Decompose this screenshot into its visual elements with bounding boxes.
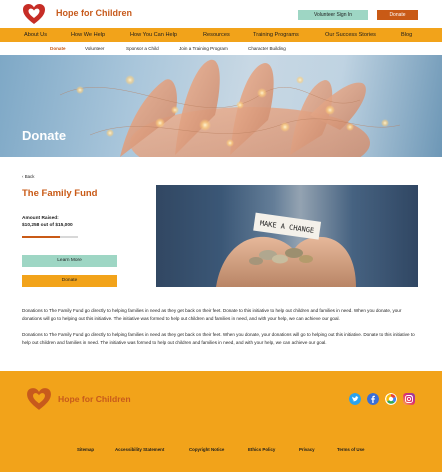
subnav-item-donate[interactable]: Donate — [50, 42, 66, 55]
header-donate-button[interactable]: Donate — [377, 10, 418, 20]
nav-item-training-programs[interactable]: Training Programs — [253, 28, 299, 42]
footer-link-sitemap[interactable]: Sitemap — [77, 447, 94, 452]
footer-link-terms[interactable]: Terms of Use — [337, 447, 365, 452]
twitter-icon[interactable] — [349, 393, 361, 405]
hands-with-coins-photo: MAKE A CHANGE — [156, 185, 418, 287]
main-nav: About Us How We Help How You Can Help Re… — [0, 28, 442, 42]
footer-link-privacy[interactable]: Privacy — [299, 447, 315, 452]
footer-link-accessibility[interactable]: Accessibility Statement — [115, 447, 164, 452]
fund-title: The Family Fund — [22, 188, 98, 199]
back-label: Back — [24, 174, 35, 179]
subnav-item-character-building[interactable]: Character Building — [248, 42, 286, 55]
donate-button[interactable]: Donate — [22, 275, 117, 287]
hero-hand-lights-image — [59, 59, 401, 157]
nav-item-about-us[interactable]: About Us — [24, 28, 47, 42]
logo-text[interactable]: Hope for Children — [56, 8, 132, 18]
nav-item-how-we-help[interactable]: How We Help — [71, 28, 105, 42]
nav-item-success-stories[interactable]: Our Success Stories — [325, 28, 376, 42]
nav-item-resources[interactable]: Resources — [203, 28, 230, 42]
back-link[interactable]: ‹ Back — [22, 174, 34, 179]
google-icon[interactable] — [385, 393, 397, 405]
page-title: Donate — [22, 128, 67, 143]
heart-logo-icon[interactable] — [22, 3, 46, 25]
description-paragraph-1: Donations to The Family Fund go directly… — [22, 308, 402, 321]
learn-more-button[interactable]: Learn More — [22, 255, 117, 267]
description-paragraph-2: Donations to The Family Fund go directly… — [22, 332, 415, 345]
fundraising-progress-bar — [22, 236, 78, 238]
amount-raised-label: Amount Raised: — [22, 216, 59, 221]
footer-link-ethics[interactable]: Ethics Policy — [248, 447, 275, 452]
footer-logo-text[interactable]: Hope for Children — [58, 394, 131, 404]
instagram-icon[interactable] — [403, 393, 415, 405]
subnav-item-volunteer[interactable]: Volunteer — [85, 42, 104, 55]
nav-item-how-you-can-help[interactable]: How You Can Help — [130, 28, 177, 42]
nav-item-blog[interactable]: Blog — [401, 28, 412, 42]
volunteer-sign-in-button[interactable]: Volunteer Sign In — [298, 10, 368, 20]
subnav-item-sponsor-a-child[interactable]: Sponsor a Child — [126, 42, 159, 55]
footer-heart-logo-icon[interactable] — [26, 387, 52, 411]
hero-banner — [0, 55, 442, 157]
footer-link-copyright[interactable]: Copyright Notice — [189, 447, 224, 452]
fundraising-progress-fill — [22, 236, 61, 238]
facebook-icon[interactable] — [367, 393, 379, 405]
subnav-item-join-training[interactable]: Join a Training Program — [179, 42, 228, 55]
site-footer — [0, 371, 442, 472]
site-header: Hope for Children Volunteer Sign In Dona… — [0, 0, 442, 28]
amount-raised-value: $10,258 out of $15,000 — [22, 223, 73, 228]
sub-nav: Donate Volunteer Sponsor a Child Join a … — [0, 42, 442, 55]
